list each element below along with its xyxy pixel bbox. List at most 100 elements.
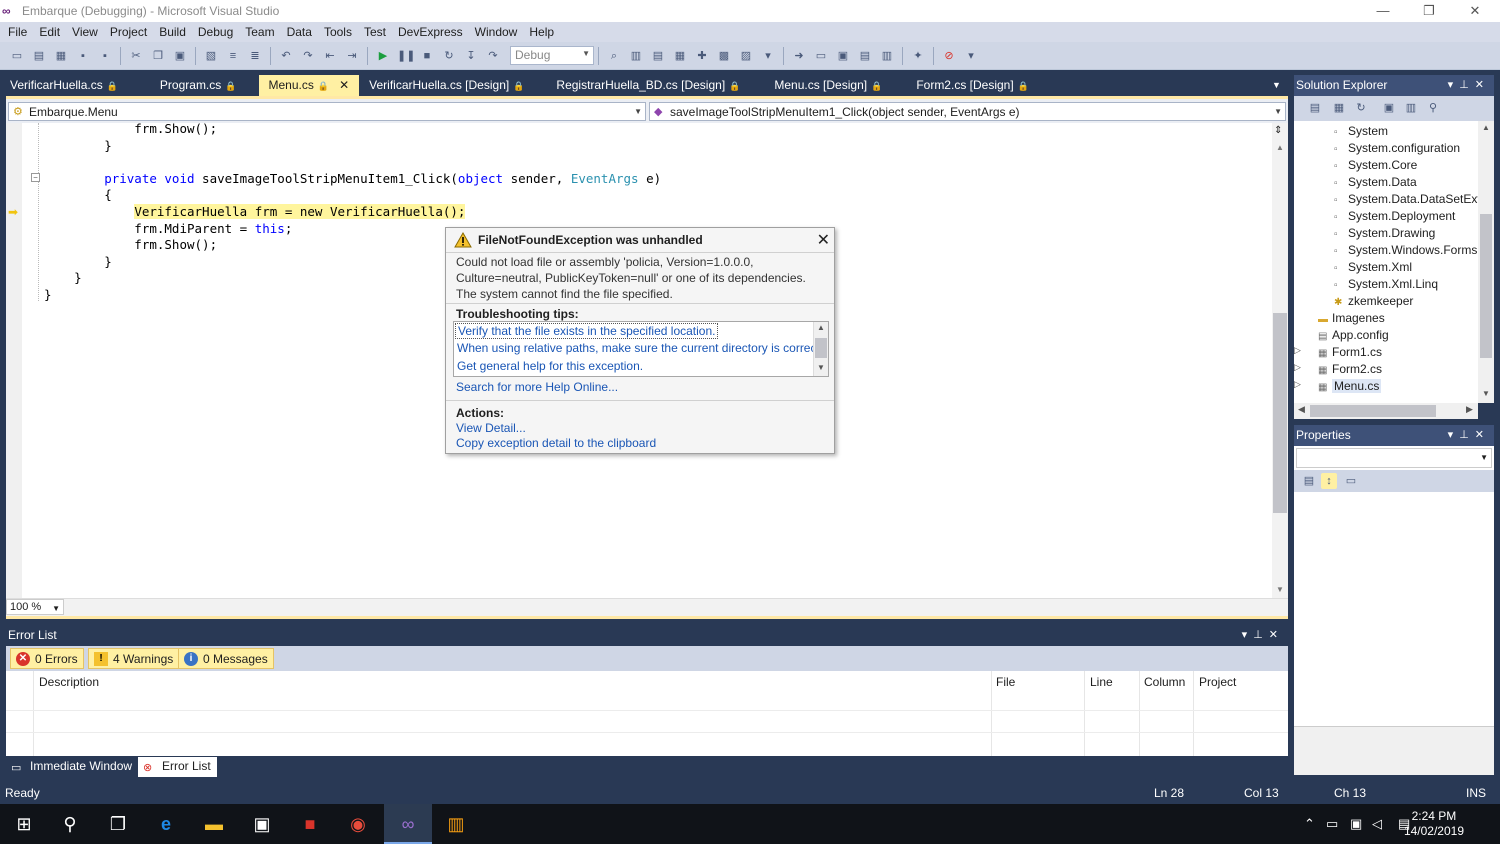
indicator-margin[interactable] bbox=[6, 123, 22, 598]
add-item-icon[interactable]: ▦ bbox=[53, 48, 69, 64]
visual-studio-taskbar-icon[interactable]: ∞ bbox=[384, 804, 432, 844]
tree-reference[interactable]: ▫ System.Windows.Forms bbox=[1334, 243, 1477, 257]
menu-window[interactable]: Window bbox=[469, 25, 524, 39]
menu-build[interactable]: Build bbox=[153, 25, 192, 39]
save-all-icon[interactable]: ▪ bbox=[97, 48, 113, 64]
breakpoints-icon[interactable]: ▣ bbox=[835, 48, 851, 64]
file-explorer-icon[interactable]: ▬ bbox=[190, 804, 238, 844]
save-icon[interactable]: ▪ bbox=[75, 48, 91, 64]
scrollbar-thumb[interactable] bbox=[1310, 405, 1436, 417]
tab-verificarhuella-cs[interactable]: VerificarHuella.cs 🔒 bbox=[0, 75, 128, 96]
tree-reference[interactable]: ▫ System.Core bbox=[1334, 158, 1417, 172]
battery-icon[interactable]: ▭ bbox=[1326, 816, 1338, 832]
show-all-files-icon[interactable]: ▦ bbox=[1331, 100, 1347, 116]
warnings-filter-button[interactable]: ! 4 Warnings bbox=[88, 648, 180, 669]
task-view-icon[interactable]: ❐ bbox=[94, 804, 142, 844]
class-view-icon[interactable]: ▨ bbox=[738, 48, 754, 64]
close-window-button[interactable]: ✕ bbox=[1452, 0, 1498, 22]
scroll-up-icon[interactable]: ▲ bbox=[1482, 123, 1490, 132]
navigate-forward-icon[interactable]: ⇥ bbox=[344, 48, 360, 64]
redo-icon[interactable]: ↷ bbox=[300, 48, 316, 64]
hex-display-icon[interactable]: ▭ bbox=[813, 48, 829, 64]
refresh-icon[interactable]: ↻ bbox=[1353, 100, 1369, 116]
taskbar-clock[interactable]: 2:24 PM 14/02/2019 bbox=[1404, 809, 1464, 839]
alphabetical-icon[interactable]: ↕ bbox=[1321, 473, 1337, 489]
threads-icon[interactable]: ▤ bbox=[857, 48, 873, 64]
menu-file[interactable]: File bbox=[2, 25, 33, 39]
tree-reference[interactable]: ▫ System.Data.DataSetExte bbox=[1334, 192, 1478, 206]
tip-link[interactable]: Get general help for this exception. bbox=[457, 359, 643, 373]
collapse-region-icon[interactable]: − bbox=[31, 173, 40, 182]
tree-reference[interactable]: ▫ System bbox=[1334, 124, 1388, 138]
column-header-project[interactable]: Project bbox=[1199, 675, 1236, 689]
column-header-column[interactable]: Column bbox=[1144, 675, 1185, 689]
tree-reference[interactable]: ▫ System.Deployment bbox=[1334, 209, 1455, 223]
tree-item-menu[interactable]: ▷ ▦ Menu.cs bbox=[1294, 379, 1382, 393]
tab-registrarhuella-design[interactable]: RegistrarHuella_BD.cs [Design] 🔒 bbox=[534, 75, 750, 96]
scroll-up-icon[interactable]: ▲ bbox=[817, 323, 825, 332]
close-tab-icon[interactable]: ✕ bbox=[339, 78, 349, 92]
copy-exception-link[interactable]: Copy exception detail to the clipboard bbox=[456, 436, 656, 450]
property-pages-icon[interactable]: ▭ bbox=[1343, 473, 1359, 489]
zoom-dropdown[interactable]: 100 % ▼ bbox=[6, 599, 64, 615]
tab-menu-cs[interactable]: Menu.cs 🔒 ✕ bbox=[258, 75, 360, 96]
copy-icon[interactable]: ❐ bbox=[150, 48, 166, 64]
find-icon[interactable]: ▧ bbox=[203, 48, 219, 64]
search-help-online-link[interactable]: Search for more Help Online... bbox=[456, 380, 618, 394]
view-code-icon[interactable]: ▣ bbox=[1381, 100, 1397, 116]
expand-icon[interactable]: ▷ bbox=[1294, 345, 1301, 356]
editor-horizontal-scrollbar[interactable] bbox=[6, 598, 1288, 616]
tree-item-imagenes[interactable]: ▬ Imagenes bbox=[1318, 311, 1385, 325]
object-browser-icon[interactable]: ▦ bbox=[672, 48, 688, 64]
search-icon[interactable]: ⚲ bbox=[46, 804, 94, 844]
view-designer-icon[interactable]: ▥ bbox=[1403, 100, 1419, 116]
tree-reference[interactable]: ▫ System.Data bbox=[1334, 175, 1417, 189]
toolbox-icon[interactable]: ✚ bbox=[694, 48, 710, 64]
scroll-left-icon[interactable]: ◀ bbox=[1298, 404, 1305, 415]
scroll-down-icon[interactable]: ▼ bbox=[1482, 389, 1490, 398]
expand-icon[interactable]: ▷ bbox=[1294, 362, 1301, 373]
windows-start-icon[interactable]: ⊞ bbox=[0, 804, 48, 844]
network-icon[interactable]: ▣ bbox=[1350, 816, 1362, 832]
tree-item-form2[interactable]: ▷ ▦ Form2.cs bbox=[1294, 362, 1382, 376]
volume-icon[interactable]: ◁ bbox=[1372, 816, 1382, 832]
tip-link[interactable]: Verify that the file exists in the speci… bbox=[455, 323, 719, 339]
properties-object-dropdown[interactable]: ▼ bbox=[1296, 448, 1492, 468]
restore-button[interactable]: ❐ bbox=[1406, 0, 1452, 22]
stop-debugging-icon[interactable]: ⊘ bbox=[941, 48, 957, 64]
menu-data[interactable]: Data bbox=[281, 25, 318, 39]
errors-filter-button[interactable]: ✕ 0 Errors bbox=[10, 648, 84, 669]
tree-item-form1[interactable]: ▷ ▦ Form1.cs bbox=[1294, 345, 1382, 359]
scrollbar-thumb[interactable] bbox=[815, 338, 827, 358]
menu-devexpress[interactable]: DevExpress bbox=[392, 25, 469, 39]
menu-help[interactable]: Help bbox=[523, 25, 560, 39]
column-header-description[interactable]: Description bbox=[39, 675, 99, 689]
scrollbar-thumb[interactable] bbox=[1273, 313, 1287, 513]
menu-test[interactable]: Test bbox=[358, 25, 392, 39]
tips-scrollbar[interactable]: ▲ ▼ bbox=[813, 322, 828, 376]
messages-filter-button[interactable]: i 0 Messages bbox=[178, 648, 274, 669]
column-header-line[interactable]: Line bbox=[1090, 675, 1113, 689]
column-header-file[interactable]: File bbox=[996, 675, 1015, 689]
tree-reference[interactable]: ▫ System.Drawing bbox=[1334, 226, 1435, 240]
menu-team[interactable]: Team bbox=[239, 25, 280, 39]
undo-icon[interactable]: ↶ bbox=[278, 48, 294, 64]
properties-window-icon[interactable]: ▤ bbox=[650, 48, 666, 64]
tab-verificarhuella-design[interactable]: VerificarHuella.cs [Design] 🔒 bbox=[359, 75, 534, 96]
class-dropdown[interactable]: ⚙ Embarque.Menu ▼ bbox=[8, 102, 646, 121]
expand-icon[interactable]: ▷ bbox=[1294, 379, 1301, 390]
tab-program-cs[interactable]: Program.cs 🔒 bbox=[128, 75, 247, 96]
menu-debug[interactable]: Debug bbox=[192, 25, 239, 39]
pause-icon[interactable]: ❚❚ bbox=[397, 48, 415, 64]
menu-tools[interactable]: Tools bbox=[318, 25, 358, 39]
solution-explorer-icon[interactable]: ▥ bbox=[628, 48, 644, 64]
tree-item-app-config[interactable]: ▤ App.config bbox=[1318, 328, 1389, 342]
menu-edit[interactable]: Edit bbox=[33, 25, 66, 39]
pane-buttons[interactable]: ▾⊥✕ bbox=[1448, 425, 1490, 446]
exceptions-icon[interactable]: ✦ bbox=[910, 48, 926, 64]
tab-error-list[interactable]: ⊗ Error List bbox=[138, 757, 217, 777]
paste-icon[interactable]: ▣ bbox=[172, 48, 188, 64]
close-popup-icon[interactable]: ✕ bbox=[817, 229, 830, 253]
tab-menu-design[interactable]: Menu.cs [Design] 🔒 bbox=[750, 75, 892, 96]
categorized-icon[interactable]: ▤ bbox=[1301, 473, 1317, 489]
